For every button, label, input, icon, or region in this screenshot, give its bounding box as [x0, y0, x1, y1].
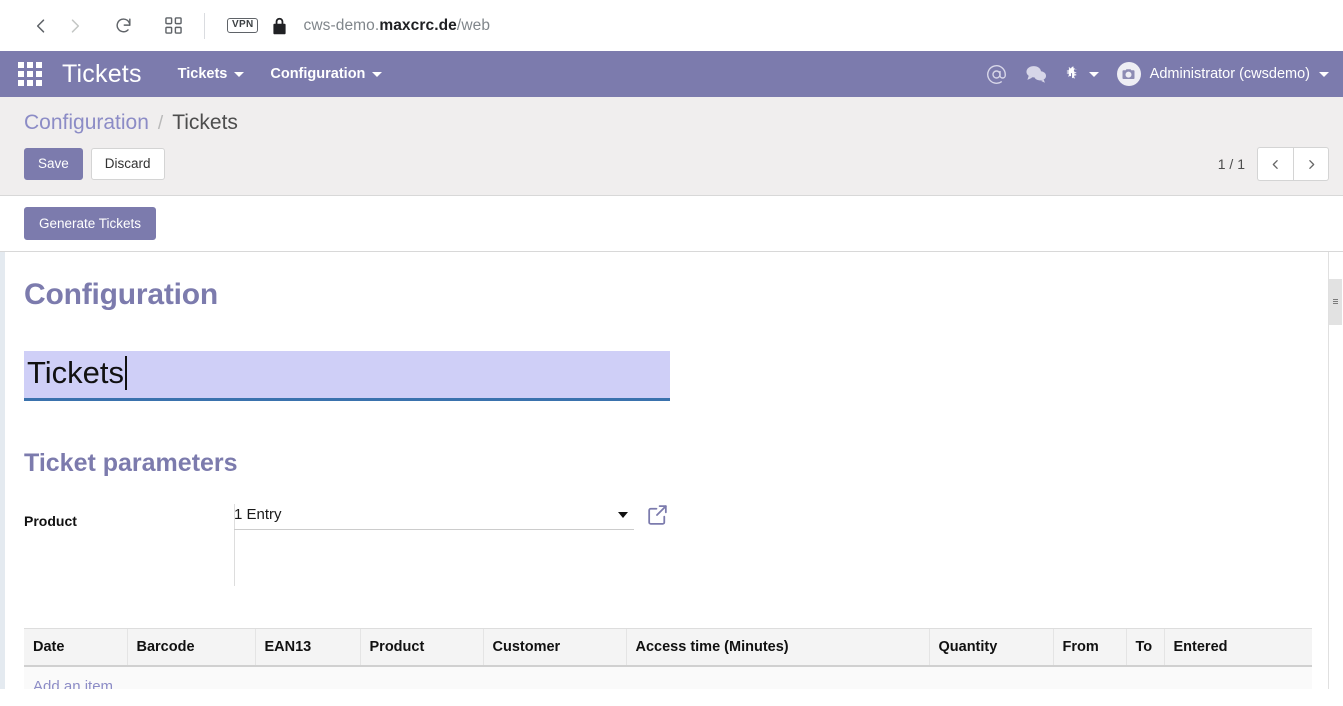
column-header-access-time[interactable]: Access time (Minutes) [626, 629, 930, 667]
navbar-right-group: Administrator (cwsdemo) [986, 62, 1329, 86]
user-menu[interactable]: Administrator (cwsdemo) [1116, 62, 1329, 86]
apps-grid-icon[interactable] [18, 62, 42, 86]
breadcrumb: Configuration / Tickets [0, 111, 1343, 147]
breadcrumb-current: Tickets [172, 111, 238, 134]
add-an-item-link[interactable]: Add an item [24, 666, 1312, 689]
column-header-to[interactable]: To [1126, 629, 1165, 667]
pager-count: 1 / 1 [1217, 156, 1245, 172]
user-menu-label: Administrator (cwsdemo) [1149, 66, 1310, 82]
tickets-table: Date Barcode EAN13 Product Customer Acce… [24, 629, 1312, 689]
group-title-ticket-parameters: Ticket parameters [24, 449, 238, 477]
chevron-down-icon [372, 71, 383, 77]
form-content-area: Configuration Tickets Ticket parameters … [0, 252, 1343, 689]
chat-bubble-icon[interactable] [1025, 64, 1047, 84]
navbar-menu-tickets-label: Tickets [177, 66, 228, 82]
name-input[interactable]: Tickets [24, 351, 670, 401]
left-rail [0, 252, 5, 689]
scrollbar-thumb[interactable] [1329, 279, 1342, 325]
product-label: Product [24, 513, 77, 529]
navbar-menu-tickets[interactable]: Tickets [178, 66, 245, 82]
control-panel: Configuration / Tickets Save Discard 1 /… [0, 97, 1343, 196]
pager-buttons [1257, 147, 1329, 181]
column-header-quantity[interactable]: Quantity [929, 629, 1054, 667]
breadcrumb-parent[interactable]: Configuration [24, 111, 149, 135]
lock-icon[interactable] [272, 17, 287, 35]
app-navbar: Tickets Tickets Configuration Administra… [0, 51, 1343, 97]
chevron-down-icon [1088, 71, 1099, 77]
navbar-menu-configuration-label: Configuration [270, 66, 366, 82]
app-brand-title[interactable]: Tickets [62, 60, 142, 89]
save-button[interactable]: Save [24, 147, 83, 181]
control-panel-buttons-row: Save Discard 1 / 1 [0, 147, 1343, 195]
browser-toolbar: VPN cws-demo.maxcrc.de/web [0, 0, 1343, 51]
column-header-ean13[interactable]: EAN13 [255, 629, 361, 667]
at-mention-icon[interactable] [986, 64, 1007, 85]
form-statusbar: Generate Tickets [0, 196, 1343, 252]
page-title: Configuration [24, 278, 219, 311]
tickets-one2many-list: Date Barcode EAN13 Product Customer Acce… [24, 628, 1312, 689]
table-header-row: Date Barcode EAN13 Product Customer Acce… [24, 629, 1312, 667]
form-sheet: Configuration Tickets Ticket parameters … [0, 252, 1343, 689]
browser-back-button[interactable] [24, 9, 58, 43]
column-header-barcode[interactable]: Barcode [127, 629, 256, 667]
browser-reload-button[interactable] [106, 9, 140, 43]
column-header-date[interactable]: Date [24, 629, 128, 667]
user-avatar-icon [1116, 62, 1141, 86]
column-header-from[interactable]: From [1053, 629, 1127, 667]
bug-icon[interactable] [1065, 65, 1099, 83]
chevron-down-icon[interactable] [618, 511, 628, 518]
product-field-row: Product 1 Entry [24, 504, 1343, 588]
breadcrumb-separator: / [157, 113, 164, 134]
pager-previous-button[interactable] [1257, 147, 1293, 181]
product-field-control: 1 Entry [234, 505, 667, 530]
browser-forward-button[interactable] [58, 9, 92, 43]
chevron-down-icon [234, 71, 245, 77]
column-header-customer[interactable]: Customer [483, 629, 627, 667]
product-select-value: 1 Entry [234, 506, 282, 523]
column-header-product[interactable]: Product [360, 629, 484, 667]
external-link-icon[interactable] [645, 502, 670, 532]
text-cursor [125, 356, 128, 390]
address-bar[interactable]: cws-demo.maxcrc.de/web [303, 17, 490, 35]
toolbar-divider [204, 12, 205, 39]
name-input-value: Tickets [27, 355, 125, 390]
url-path: /web [456, 16, 491, 34]
url-host: maxcrc.de [379, 16, 457, 34]
chevron-down-icon [1319, 71, 1329, 77]
scroll-grip-icon [1333, 299, 1338, 305]
url-prefix: cws-demo. [303, 16, 380, 34]
discard-button[interactable]: Discard [90, 147, 165, 181]
navbar-menu-configuration[interactable]: Configuration [270, 66, 383, 82]
pager-next-button[interactable] [1293, 147, 1329, 181]
generate-tickets-button[interactable]: Generate Tickets [24, 207, 157, 240]
column-header-entered[interactable]: Entered [1164, 629, 1312, 667]
product-select[interactable]: 1 Entry [234, 506, 634, 530]
add-item-row[interactable]: Add an item [24, 666, 1312, 689]
vpn-indicator[interactable]: VPN [227, 18, 259, 33]
record-pager: 1 / 1 [1218, 147, 1329, 181]
vertical-scrollbar[interactable] [1328, 252, 1343, 689]
browser-tabs-button[interactable] [156, 9, 190, 43]
